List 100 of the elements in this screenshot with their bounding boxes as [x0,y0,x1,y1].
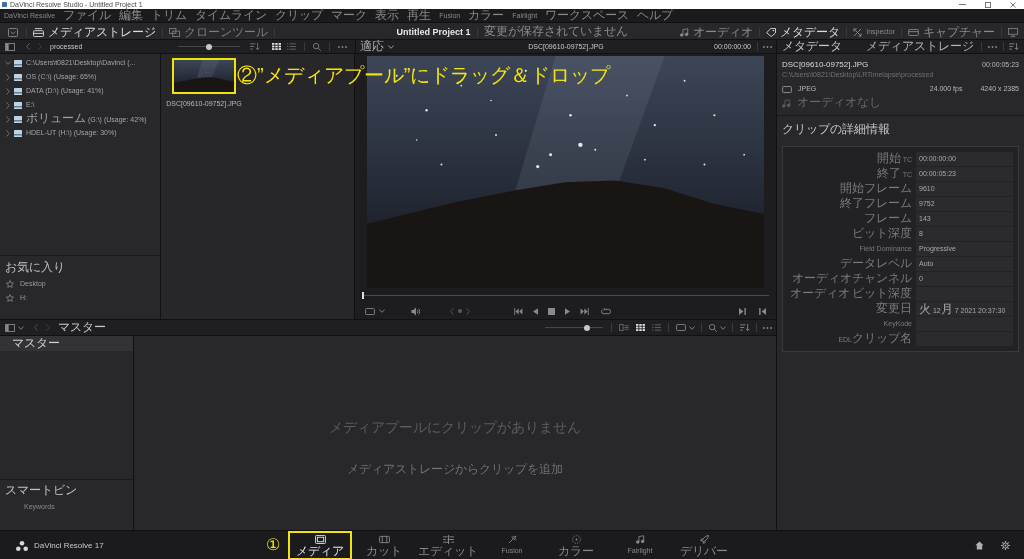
back-icon[interactable] [34,324,38,331]
chevron-box-icon[interactable] [8,27,18,37]
chevron-right-icon[interactable] [6,129,10,137]
save-status: 変更が保存されていません [483,23,628,40]
clip-thumbnail[interactable] [172,58,236,94]
chevron-right-icon[interactable] [6,73,10,81]
mark-in-icon[interactable] [739,307,746,315]
section-title: スマートビン [4,483,78,497]
back-icon[interactable] [26,43,30,50]
grid-view-icon[interactable] [272,43,281,50]
menu-item[interactable]: タイムライン [195,8,268,23]
more-icon[interactable] [338,45,347,48]
crossed-arrows-icon [853,27,863,37]
menu-item[interactable]: クリップ [275,8,324,23]
more-icon[interactable] [988,45,997,48]
sort-icon[interactable] [250,43,260,50]
drive-icon [14,87,22,95]
zoom-slider[interactable] [545,324,603,331]
list-view-icon[interactable] [287,43,296,50]
star-icon[interactable] [6,294,14,302]
menu-item[interactable]: トリム [151,8,188,23]
section-title: クリップの詳細情報 [781,122,891,138]
screen-icon[interactable] [365,307,375,315]
search-icon[interactable] [313,42,321,51]
app-icon [2,2,7,7]
page-tab[interactable]: カット [352,531,416,559]
search-icon[interactable] [709,323,717,332]
panel-title: メタデータ [782,39,842,54]
slider-thumb[interactable] [584,324,590,331]
settings-icon[interactable] [1001,541,1010,550]
menu-item[interactable]: 再生 [407,8,432,23]
menu-item[interactable]: カラー [468,8,505,23]
screen-icon[interactable] [676,324,686,331]
timeline-scrubber[interactable] [362,292,769,299]
drive-icon [14,129,22,137]
drawer-icon [33,27,44,37]
home-icon[interactable] [975,541,984,550]
source-dropdown[interactable]: メディアストレージ [862,39,978,54]
caret-icon[interactable] [689,325,695,330]
page-tab[interactable]: メディア [288,531,352,559]
toolbar-button[interactable]: キャプチャー [908,23,995,41]
stop-icon[interactable] [548,307,555,315]
caret-icon[interactable] [720,325,726,330]
toolbar-button[interactable]: クローンツール [169,23,268,41]
menu-item[interactable]: ワークスペース [545,8,630,23]
chevron-left-icon[interactable] [450,307,454,315]
play-reverse-icon[interactable] [533,307,538,315]
more-icon[interactable] [763,45,772,48]
drive-icon [14,101,22,109]
dot-icon[interactable] [458,309,462,313]
clip-name: DSC[09610-09752].JPG [782,59,869,70]
chevron-down-icon[interactable] [5,61,11,65]
menu-item[interactable]: ファイル [63,8,112,23]
fit-dropdown[interactable]: 適応 [360,40,394,53]
music-note-icon [635,534,645,544]
caret-icon[interactable] [379,309,385,313]
star-icon[interactable] [6,280,14,288]
toolbar-button[interactable]: メディアストレージ [33,23,156,41]
metadata-view-icon[interactable] [619,324,629,331]
panel-toggle-icon[interactable] [5,42,15,51]
film-strip-icon [378,534,390,544]
skip-to-start-icon[interactable] [514,307,523,315]
hint-text: メディアストレージからクリップを追加 [347,462,563,476]
chevron-right-icon[interactable] [6,101,10,109]
wand-icon [507,534,517,544]
sort-icon[interactable] [1009,43,1019,50]
mark-out-icon[interactable] [759,307,766,315]
monitor-stand-icon[interactable] [1008,27,1018,37]
field-label: オーディオ ビット深度 [789,286,912,302]
field-label: 開始フレーム [839,181,912,197]
maximize-icon[interactable] [985,1,991,8]
zoom-slider[interactable] [178,43,240,50]
speaker-icon[interactable] [411,306,420,316]
caret-icon[interactable] [18,325,24,330]
page-tab[interactable]: エディット [416,531,480,559]
menu-item[interactable]: ヘルプ [637,8,674,23]
play-icon[interactable] [565,307,570,315]
slider-thumb[interactable] [206,43,212,50]
page-tab[interactable]: カラー [544,531,608,559]
panel-toggle-icon[interactable] [5,323,15,332]
menu-item[interactable]: 表示 [375,8,400,23]
menu-item[interactable]: マーク [331,8,368,23]
bin-item[interactable]: マスター [0,336,133,351]
list-view-icon[interactable] [652,324,661,331]
grid-view-icon[interactable] [636,324,645,331]
chevron-right-icon[interactable] [466,307,470,315]
menu-item[interactable]: 編集 [119,8,144,23]
drive-icon [14,115,22,123]
page-tab[interactable]: デリバー [672,531,736,559]
toolbar-button[interactable]: メタデータ [766,23,841,41]
skip-to-end-icon[interactable] [580,307,589,315]
sort-icon[interactable] [740,324,750,331]
more-icon[interactable] [763,326,772,329]
close-icon[interactable] [1010,1,1016,8]
chevron-right-icon[interactable] [6,115,10,123]
field-label: データレベル [839,256,912,272]
loop-icon[interactable] [601,307,611,315]
toolbar-button[interactable]: オーディオ [680,23,754,41]
field-label: ビット深度 [851,226,912,242]
chevron-right-icon[interactable] [6,87,10,95]
